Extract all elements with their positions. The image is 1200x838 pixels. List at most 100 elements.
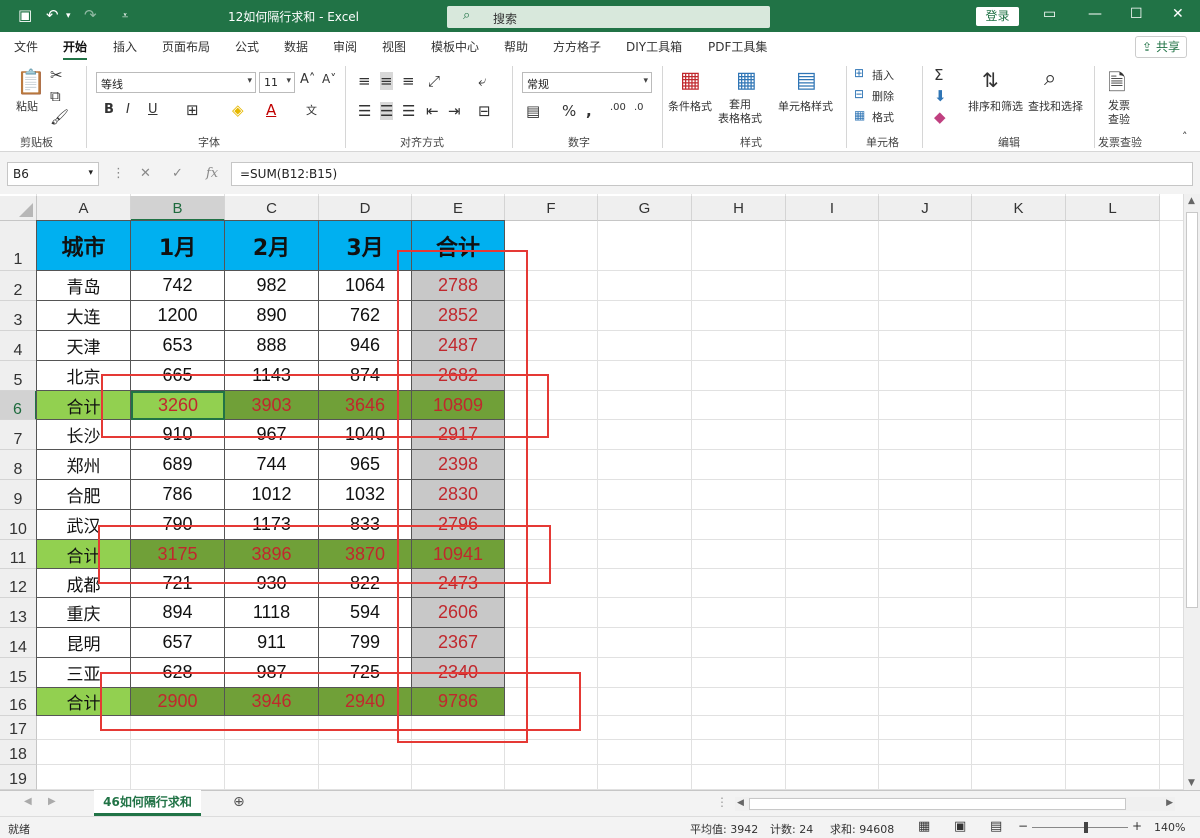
vertical-scroll-thumb[interactable] (1186, 212, 1198, 608)
format-cells-icon[interactable]: ▦ (854, 108, 865, 122)
formula-input[interactable]: =SUM(B12:B15) (231, 162, 1193, 186)
paste-label[interactable]: 粘贴 (16, 98, 38, 114)
autosum-icon[interactable]: Σ (934, 66, 943, 84)
row-header-13[interactable]: 13 (0, 598, 37, 628)
accounting-format-icon[interactable]: ▤ (526, 102, 540, 120)
column-header-h[interactable]: H (692, 196, 786, 221)
cut-icon[interactable]: ✂ (50, 66, 63, 84)
borders-icon[interactable]: ⊞ (186, 101, 199, 119)
tab-insert[interactable]: 插入 (113, 38, 137, 55)
cell-c14[interactable]: 911 (225, 628, 319, 658)
sheet-prev-icon[interactable]: ◀ (24, 796, 32, 807)
fill-icon[interactable]: ⬇ (934, 87, 947, 105)
vertical-scrollbar[interactable]: ▲ ▼ (1183, 194, 1200, 790)
phonetic-icon[interactable]: 文 (306, 102, 317, 118)
orientation-icon[interactable]: ⤢ (428, 72, 440, 90)
add-sheet-icon[interactable]: ⊕ (233, 794, 245, 810)
conditional-format-icon[interactable]: ▦ (680, 68, 701, 93)
normal-view-icon[interactable]: ▦ (918, 819, 930, 834)
delete-cells-label[interactable]: 删除 (872, 88, 894, 104)
cell-a9[interactable]: 合肥 (37, 480, 131, 510)
scroll-left-icon[interactable]: ◀ (737, 798, 744, 808)
undo-dropdown-icon[interactable]: ▾ (66, 11, 71, 21)
column-header-a[interactable]: A (37, 196, 131, 221)
tab-fangfang[interactable]: 方方格子 (553, 38, 601, 55)
collapse-ribbon-icon[interactable]: ˄ (1182, 130, 1188, 143)
row-header-7[interactable]: 7 (0, 420, 37, 450)
row-header-14[interactable]: 14 (0, 628, 37, 658)
increase-indent-icon[interactable]: ⇥ (448, 102, 461, 120)
cell-a8[interactable]: 郑州 (37, 450, 131, 480)
font-name-combo[interactable]: 等线 ▾ (96, 72, 256, 93)
column-header-i[interactable]: I (786, 196, 879, 221)
undo-icon[interactable]: ↶ (46, 6, 59, 24)
cell-styles-label[interactable]: 单元格样式 (778, 98, 833, 114)
cancel-entry-icon[interactable]: ✕ (140, 166, 151, 181)
scroll-right-icon[interactable]: ▶ (1166, 798, 1173, 808)
cell-b14[interactable]: 657 (131, 628, 225, 658)
invoice-label-2[interactable]: 查验 (1108, 111, 1130, 127)
font-color-icon[interactable]: A (266, 101, 276, 119)
cell-b9[interactable]: 786 (131, 480, 225, 510)
table-header-c[interactable]: 2月 (225, 221, 319, 271)
customize-qat-icon[interactable]: ⩡ (122, 9, 128, 23)
close-icon[interactable]: ✕ (1172, 6, 1184, 22)
column-header-k[interactable]: K (972, 196, 1066, 221)
maximize-icon[interactable]: ☐ (1130, 6, 1143, 22)
column-header-c[interactable]: C (225, 196, 319, 221)
cell-a3[interactable]: 大连 (37, 301, 131, 331)
row-header-15[interactable]: 15 (0, 658, 37, 688)
row-header-3[interactable]: 3 (0, 301, 37, 331)
row-header-19[interactable]: 19 (0, 765, 37, 790)
tab-view[interactable]: 视图 (382, 38, 406, 55)
row-header-11[interactable]: 11 (0, 540, 37, 569)
row-header-17[interactable]: 17 (0, 716, 37, 740)
merge-center-icon[interactable]: ⊟ (478, 102, 491, 120)
clear-icon[interactable]: ◆ (934, 108, 946, 126)
find-select-label[interactable]: 查找和选择 (1028, 98, 1083, 114)
cell-a14[interactable]: 昆明 (37, 628, 131, 658)
tab-diy-toolbox[interactable]: DIY工具箱 (626, 38, 682, 55)
format-as-table-label[interactable]: 套用 表格格式 (718, 98, 762, 126)
insert-cells-label[interactable]: 插入 (872, 67, 894, 83)
underline-button[interactable]: U (148, 102, 158, 117)
sort-filter-icon[interactable]: ⇅ (982, 68, 999, 92)
row-header-1[interactable]: 1 (0, 221, 37, 271)
cell-a13[interactable]: 重庆 (37, 598, 131, 628)
cell-b4[interactable]: 653 (131, 331, 225, 361)
fill-color-icon[interactable]: ◈ (232, 101, 244, 119)
format-as-table-icon[interactable]: ▦ (736, 68, 757, 93)
zoom-slider-thumb[interactable] (1084, 822, 1088, 833)
worksheet-grid[interactable]: ABCDEFGHIJKL 1 2 3 4 5 6 7 8 9 10 11 12 13 14 15 16 17 18… (0, 194, 1183, 790)
cell-b13[interactable]: 894 (131, 598, 225, 628)
bold-button[interactable]: B (104, 102, 114, 117)
cell-b2[interactable]: 742 (131, 271, 225, 301)
zoom-out-icon[interactable]: − (1018, 819, 1028, 833)
tab-data[interactable]: 数据 (284, 38, 308, 55)
tab-split-icon[interactable]: ⋮ (716, 795, 728, 809)
horizontal-scroll-thumb[interactable] (749, 798, 1126, 810)
align-middle-icon[interactable]: ≡ (380, 72, 393, 90)
row-header-18[interactable]: 18 (0, 740, 37, 765)
font-size-combo[interactable]: 11 ▾ (259, 72, 295, 93)
row-header-6[interactable]: 6 (0, 391, 37, 420)
cell-b8[interactable]: 689 (131, 450, 225, 480)
tab-home[interactable]: 开始 (63, 38, 88, 61)
format-cells-label[interactable]: 格式 (872, 109, 894, 125)
cell-c4[interactable]: 888 (225, 331, 319, 361)
delete-cells-icon[interactable]: ⊟ (854, 87, 864, 101)
decrease-decimal-icon[interactable]: .0 (634, 102, 644, 113)
table-header-b[interactable]: 1月 (131, 221, 225, 271)
row-header-4[interactable]: 4 (0, 331, 37, 361)
find-select-icon[interactable]: ⌕ (1044, 66, 1056, 91)
column-header-f[interactable]: F (505, 196, 598, 221)
tab-pdf-tools[interactable]: PDF工具集 (708, 38, 767, 55)
insert-cells-icon[interactable]: ⊞ (854, 66, 864, 80)
number-format-combo[interactable]: 常规 ▾ (522, 72, 652, 93)
cell-a4[interactable]: 天津 (37, 331, 131, 361)
save-icon[interactable]: ▣ (18, 6, 32, 24)
column-header-b[interactable]: B (131, 196, 225, 221)
column-header-e[interactable]: E (412, 196, 505, 221)
name-box[interactable]: B6 ▾ (7, 162, 99, 186)
row-header-2[interactable]: 2 (0, 271, 37, 301)
